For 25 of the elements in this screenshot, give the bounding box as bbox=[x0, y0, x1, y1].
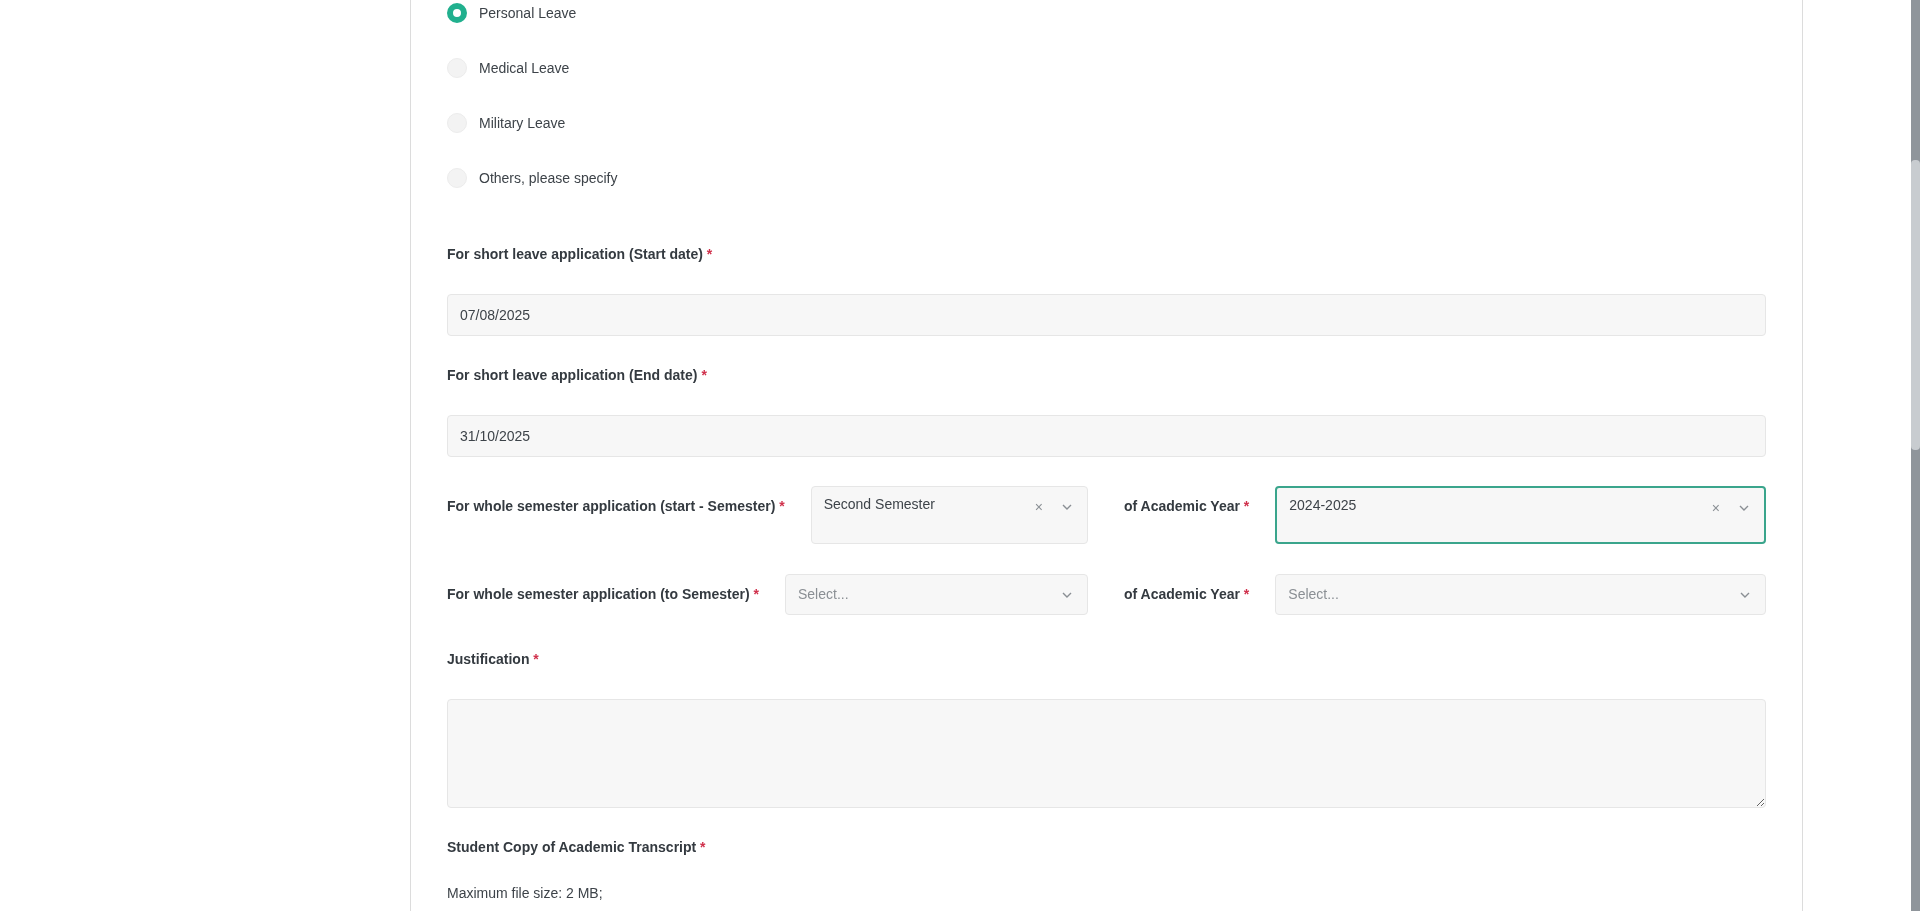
justification-textarea[interactable] bbox=[447, 699, 1766, 808]
date-input-field[interactable]: 31/10/2025 bbox=[447, 415, 1766, 457]
chevron-down-icon[interactable] bbox=[1061, 503, 1073, 511]
chevron-down-icon[interactable] bbox=[1738, 504, 1750, 512]
date-input-field[interactable]: 07/08/2025 bbox=[447, 294, 1766, 336]
radio-label[interactable]: Others, please specify bbox=[479, 167, 618, 189]
chevron-down-icon[interactable] bbox=[1739, 591, 1751, 599]
scrollbar[interactable] bbox=[1911, 0, 1920, 911]
field-label: For short leave application (Start date) * bbox=[447, 245, 714, 264]
select-field[interactable]: 2024-2025 × bbox=[1275, 486, 1766, 544]
field-label: For short leave application (End date) * bbox=[447, 366, 708, 385]
field-label: For whole semester application (to Semester) * bbox=[447, 585, 759, 604]
field-label: of Academic Year * bbox=[1124, 585, 1250, 604]
scrollbar-thumb[interactable] bbox=[1911, 160, 1920, 450]
field-label: of Academic Year * bbox=[1124, 497, 1250, 516]
radio-label[interactable]: Personal Leave bbox=[479, 2, 577, 24]
radio-label[interactable]: Medical Leave bbox=[479, 57, 570, 79]
field-label: Justification * bbox=[447, 650, 540, 669]
radio-button[interactable] bbox=[447, 3, 467, 23]
file-size-note: Maximum file size: 2 MB; bbox=[447, 884, 604, 903]
radio-label[interactable]: Military Leave bbox=[479, 112, 566, 134]
chevron-down-icon[interactable] bbox=[1061, 591, 1073, 599]
select-field[interactable]: Second Semester × bbox=[810, 486, 1088, 544]
field-label: For whole semester application (start - Semester) * bbox=[447, 497, 785, 516]
field-label: Student Copy of Academic Transcript * bbox=[447, 838, 707, 857]
